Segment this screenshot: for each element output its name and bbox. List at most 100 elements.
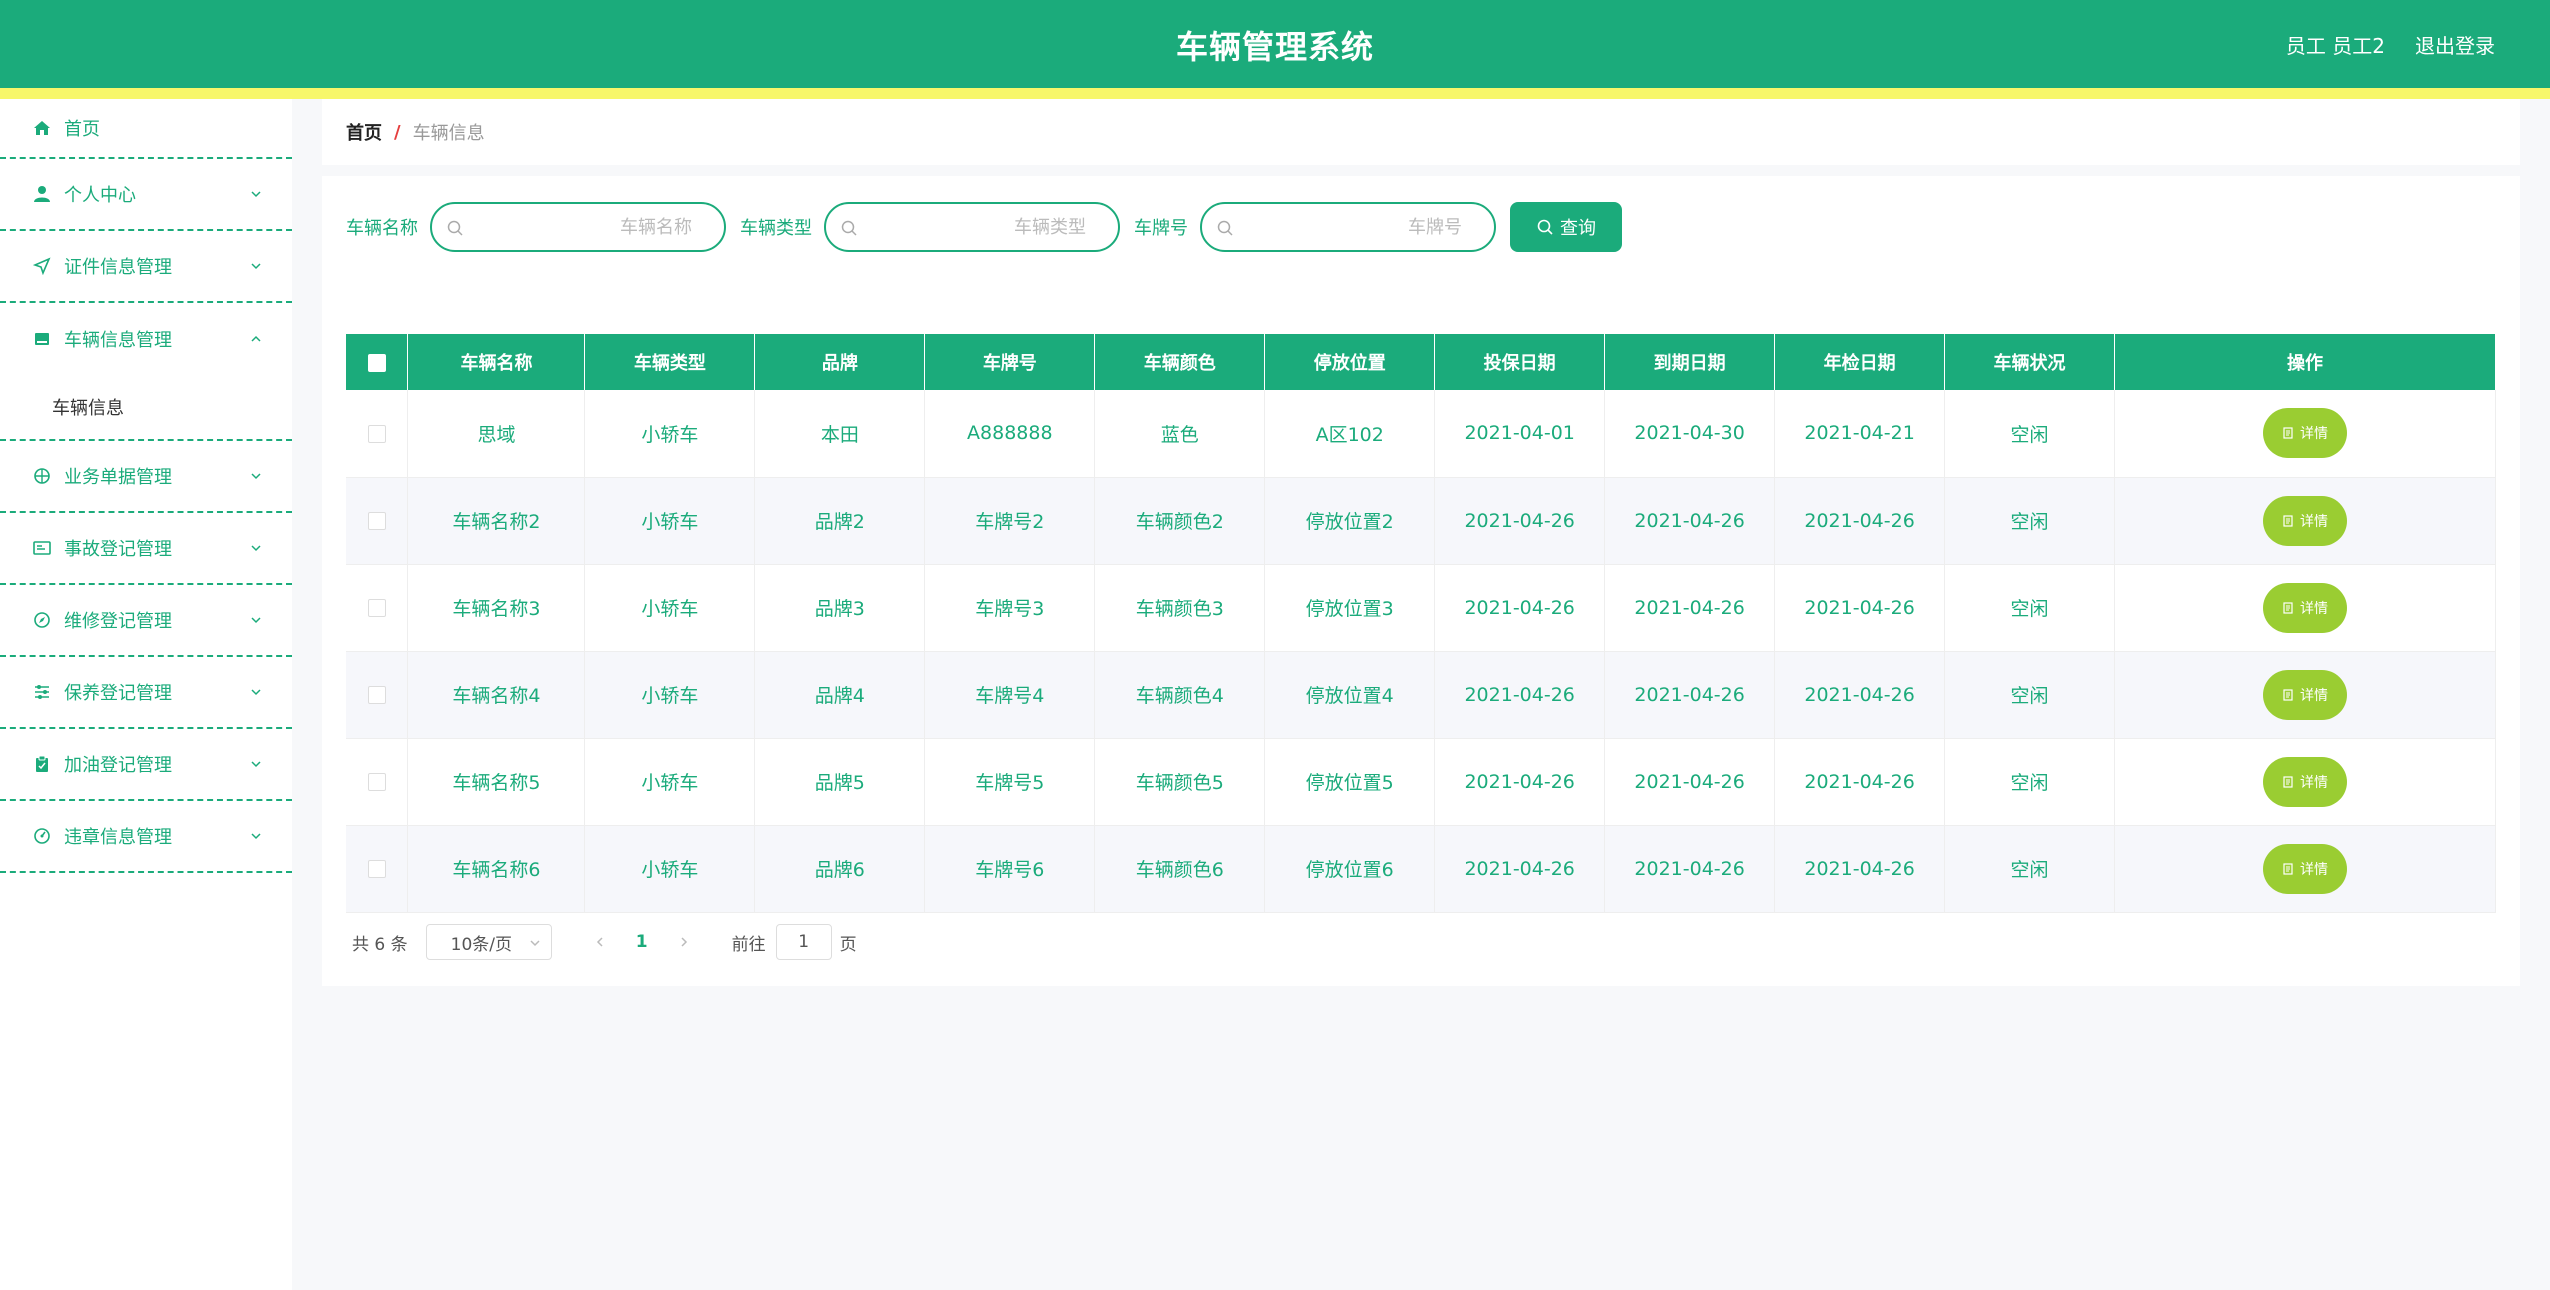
plate-number-input[interactable]: [1242, 204, 1482, 250]
sidebar-subitem-label: 车辆信息: [52, 398, 124, 419]
table-cell: 品牌6: [754, 825, 926, 913]
column-header[interactable]: 车辆名称: [407, 334, 586, 390]
row-checkbox[interactable]: [367, 860, 386, 878]
sidebar-item-refueling[interactable]: 加油登记管理: [0, 729, 292, 801]
top-header: 车辆管理系统 员工 员工2 退出登录: [0, 0, 2550, 88]
next-page-button[interactable]: [666, 936, 702, 948]
row-select-cell: [346, 390, 409, 478]
table-cell: 车辆名称5: [407, 738, 586, 826]
sidebar-item-repairs[interactable]: 维修登记管理: [0, 585, 292, 657]
chevron-down-icon: [251, 761, 261, 768]
page-size-select[interactable]: 10条/页: [425, 924, 552, 960]
row-checkbox[interactable]: [367, 686, 386, 704]
detail-button[interactable]: 详情: [2263, 582, 2347, 633]
table-cell: 车辆颜色2: [1094, 477, 1266, 565]
plate-number-field: [1200, 202, 1496, 252]
goto-page-input[interactable]: [775, 924, 832, 960]
table-cell: 车辆颜色3: [1094, 564, 1266, 652]
document-icon: [2283, 688, 2293, 701]
column-header[interactable]: 车牌号: [924, 334, 1096, 390]
table-cell: 品牌2: [754, 477, 926, 565]
row-select-cell: [346, 738, 409, 826]
table-cell: 车牌号4: [924, 651, 1096, 739]
pagination: 共 6 条 10条/页 1 前往 页: [352, 924, 857, 960]
table-row: 车辆名称4 小轿车 品牌4 车牌号4 车辆颜色4 停放位置4 2021-04-26 2021-…: [346, 651, 2496, 739]
clipboard-icon: [32, 754, 52, 774]
actions-cell: 详情: [2114, 738, 2496, 826]
column-header[interactable]: 年检日期: [1774, 334, 1946, 390]
total-count: 共 6 条: [352, 934, 408, 955]
sidebar-item-label: 事故登记管理: [64, 539, 172, 560]
table-cell: 2021-04-26: [1604, 477, 1776, 565]
detail-button[interactable]: 详情: [2263, 495, 2347, 546]
sidebar-item-vehicles[interactable]: 车辆信息管理: [0, 303, 292, 375]
page-number-current[interactable]: 1: [618, 932, 666, 952]
column-header[interactable]: 品牌: [754, 334, 926, 390]
chevron-down-icon: [251, 545, 261, 552]
table-cell: 品牌3: [754, 564, 926, 652]
table-cell: A888888: [924, 390, 1096, 478]
sidebar-item-label: 业务单据管理: [64, 467, 172, 488]
query-button[interactable]: 查询: [1510, 202, 1622, 252]
detail-button-label: 详情: [2300, 861, 2328, 878]
sidebar-subitem-vehicle-info[interactable]: 车辆信息: [0, 375, 292, 441]
detail-button[interactable]: 详情: [2263, 408, 2347, 459]
detail-button[interactable]: 详情: [2263, 756, 2347, 807]
sliders-icon: [32, 682, 52, 702]
detail-button-label: 详情: [2300, 774, 2328, 791]
vehicle-name-input[interactable]: [472, 204, 712, 250]
table-cell: 蓝色: [1094, 390, 1266, 478]
sidebar-item-profile[interactable]: 个人中心: [0, 159, 292, 231]
vehicle-type-field: [824, 202, 1120, 252]
row-checkbox[interactable]: [367, 512, 386, 530]
sidebar-item-label: 加油登记管理: [64, 755, 172, 776]
select-all-checkbox[interactable]: [367, 353, 386, 372]
table-cell: 车辆名称6: [407, 825, 586, 913]
column-header[interactable]: 停放位置: [1264, 334, 1436, 390]
table-cell: 2021-04-26: [1774, 564, 1946, 652]
vehicle-table: 车辆名称 车辆类型 品牌 车牌号 车辆颜色 停放位置 投保日期 到期日期 年检日…: [346, 334, 2496, 913]
sidebar-item-label: 首页: [64, 119, 100, 140]
detail-button[interactable]: 详情: [2263, 843, 2347, 894]
table-cell: 小轿车: [584, 477, 756, 565]
sidebar-item-accidents[interactable]: 事故登记管理: [0, 513, 292, 585]
detail-button[interactable]: 详情: [2263, 669, 2347, 720]
sidebar: 首页 个人中心 证件信息管理 车辆信息管理 车辆信息 业务单据管理 事故登记管理…: [0, 99, 292, 1290]
chevron-down-icon: [251, 833, 261, 840]
table-cell: 小轿车: [584, 390, 756, 478]
vehicle-name-label: 车辆名称: [346, 218, 418, 239]
breadcrumb-home[interactable]: 首页: [346, 119, 382, 145]
sidebar-item-label: 保养登记管理: [64, 683, 172, 704]
sidebar-item-documents[interactable]: 业务单据管理: [0, 441, 292, 513]
column-header[interactable]: 投保日期: [1434, 334, 1606, 390]
document-icon: [2283, 775, 2293, 788]
sidebar-item-certificates[interactable]: 证件信息管理: [0, 231, 292, 303]
chevron-up-icon: [251, 335, 261, 342]
table-cell: 车牌号3: [924, 564, 1096, 652]
vehicle-type-input[interactable]: [866, 204, 1106, 250]
sidebar-item-home[interactable]: 首页: [0, 99, 292, 159]
table-row: 车辆名称2 小轿车 品牌2 车牌号2 车辆颜色2 停放位置2 2021-04-26 2021-…: [346, 477, 2496, 565]
table-cell: 2021-04-26: [1604, 651, 1776, 739]
column-header[interactable]: 车辆类型: [584, 334, 756, 390]
table-cell: 小轿车: [584, 564, 756, 652]
row-select-cell: [346, 564, 409, 652]
table-row: 车辆名称6 小轿车 品牌6 车牌号6 车辆颜色6 停放位置6 2021-04-26 2021-…: [346, 825, 2496, 913]
table-cell: 2021-04-30: [1604, 390, 1776, 478]
column-header[interactable]: 车辆颜色: [1094, 334, 1266, 390]
row-checkbox[interactable]: [367, 599, 386, 617]
table-cell: 2021-04-26: [1774, 477, 1946, 565]
chevron-right-icon: [681, 937, 687, 947]
sidebar-item-violations[interactable]: 违章信息管理: [0, 801, 292, 873]
row-checkbox[interactable]: [367, 773, 386, 791]
column-header[interactable]: 到期日期: [1604, 334, 1776, 390]
row-checkbox[interactable]: [367, 424, 386, 443]
table-cell: 车辆颜色6: [1094, 825, 1266, 913]
logout-link[interactable]: 退出登录: [2415, 30, 2495, 59]
prev-page-button[interactable]: [582, 936, 618, 948]
detail-button-label: 详情: [2300, 600, 2328, 617]
table-cell: 车辆名称3: [407, 564, 586, 652]
column-header[interactable]: 车辆状况: [1944, 334, 2116, 390]
search-icon: [841, 220, 857, 236]
sidebar-item-maintenance[interactable]: 保养登记管理: [0, 657, 292, 729]
